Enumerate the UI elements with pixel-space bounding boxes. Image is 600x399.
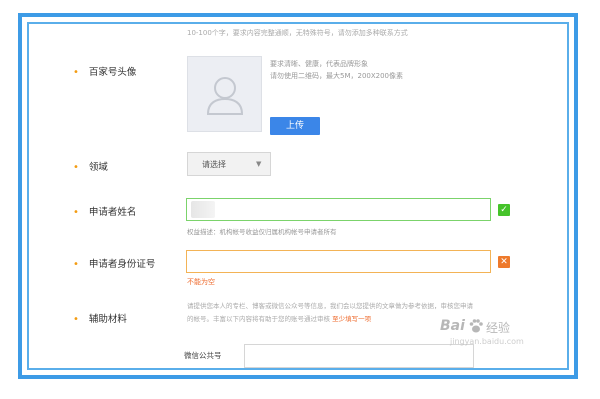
paw-icon <box>469 319 483 333</box>
required-bullet-icon: • <box>73 207 79 218</box>
avatar-label: 百家号头像 <box>88 67 137 78</box>
materials-required-link: 至少填写一项 <box>332 315 372 323</box>
wechat-label: 微信公共号 <box>184 351 222 360</box>
domain-select-value: 请选择 <box>202 160 226 169</box>
materials-label: 辅助材料 <box>88 314 127 325</box>
id-row-label: • 申请者身份证号 <box>73 256 155 270</box>
top-hint: 10-100个字，要求内容完整通顺，无特殊符号，请勿添加多种联系方式 <box>187 29 408 37</box>
materials-desc-line2: 的帐号。丰富以下内容将有助于您的账号通过审核 <box>187 315 330 323</box>
wechat-input[interactable] <box>244 344 474 368</box>
avatar-note-line2: 请勿使用二维码，最大5M，200X200像素 <box>270 72 404 80</box>
person-icon <box>206 77 244 115</box>
materials-row-label: • 辅助材料 <box>73 311 127 325</box>
avatar-row-label: • 百家号头像 <box>73 64 136 78</box>
watermark-brand: Bai <box>440 318 465 334</box>
redacted-text <box>191 201 215 218</box>
baidu-watermark: Bai 经验 jingyan.baidu.com <box>440 318 542 346</box>
caret-down-icon: ▼ <box>256 160 262 168</box>
domain-select[interactable]: 请选择 ▼ <box>187 152 271 176</box>
applicant-name-hint: 权益描述：机构帐号收益仅归属机构帐号申请者所有 <box>187 228 337 236</box>
avatar-note-line1: 要求清晰、健康，代表品牌形象 <box>270 60 368 68</box>
avatar-placeholder[interactable] <box>187 56 262 132</box>
domain-row-label: • 领域 <box>73 159 108 173</box>
watermark-brand-cn: 经验 <box>486 321 511 335</box>
name-row-label: • 申请者姓名 <box>73 204 136 218</box>
required-bullet-icon: • <box>73 314 79 325</box>
materials-desc-line1: 请提供您本人的专栏、博客或微信公众号等信息，我们会以您提供的文章做为参考依据，审… <box>187 302 473 310</box>
upload-button[interactable]: 上传 <box>270 117 320 135</box>
check-icon: ✓ <box>498 204 510 216</box>
watermark-site: jingyan.baidu.com <box>450 337 524 346</box>
applicant-id-input[interactable] <box>186 250 491 273</box>
applicant-id-label: 申请者身份证号 <box>88 259 156 270</box>
error-icon: ✕ <box>498 256 510 268</box>
required-bullet-icon: • <box>73 259 79 270</box>
required-bullet-icon: • <box>73 67 79 78</box>
applicant-name-input[interactable] <box>186 198 491 221</box>
applicant-id-error: 不能为空 <box>187 278 215 286</box>
required-bullet-icon: • <box>73 162 79 173</box>
applicant-name-label: 申请者姓名 <box>88 207 137 218</box>
domain-label: 领域 <box>88 162 108 173</box>
